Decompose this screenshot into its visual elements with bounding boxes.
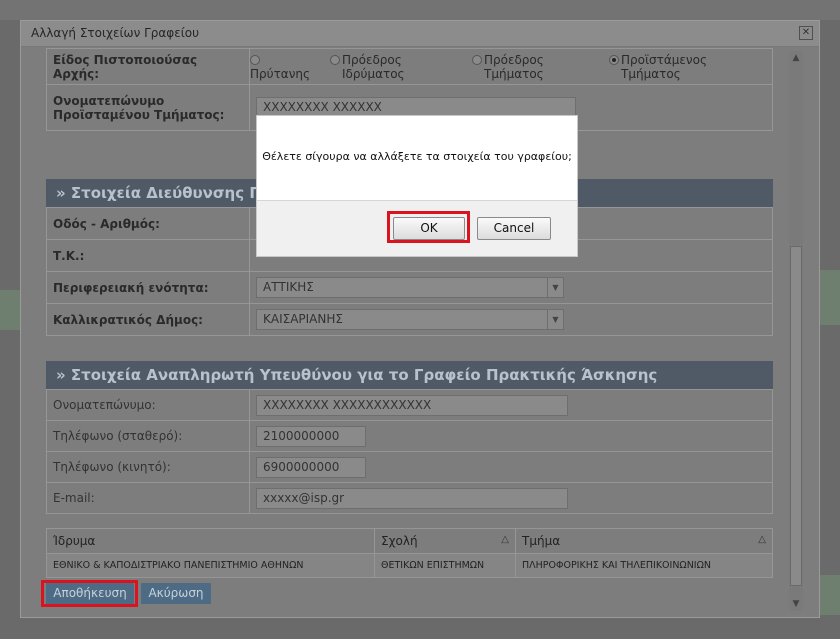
region-label: Περιφερειακή ενότητα: xyxy=(46,271,250,304)
scroll-down-icon[interactable]: ▼ xyxy=(789,597,803,611)
grid-header-label: Σχολή xyxy=(381,534,418,548)
grid-header-institution[interactable]: Ίδρυμα xyxy=(46,528,375,554)
deputy-phone-label: Τηλέφωνο (σταθερό): xyxy=(46,420,250,452)
dialog-title: Αλλαγή Στοιχείων Γραφείου xyxy=(31,26,200,40)
authority-option-department-head[interactable]: Προϊστάμενος Τμήματος xyxy=(609,53,759,81)
deputy-table: Ονοματεπώνυμο: XXXXXXXX XXXXXXXXXXXX Τηλ… xyxy=(46,389,773,514)
deputy-mobile-label: Τηλέφωνο (κινητό): xyxy=(46,451,250,483)
authority-radio-group: Πρύτανης Πρόεδρος Ιδρύματος Πρόεδρος Τμή… xyxy=(249,48,773,85)
scroll-up-icon[interactable]: ▲ xyxy=(789,51,803,65)
region-select[interactable]: ΑΤΤΙΚΗΣ ▼ xyxy=(256,277,564,298)
dialog-scrollbar[interactable]: ▲ ▼ xyxy=(789,51,803,611)
dialog-titlebar: Αλλαγή Στοιχείων Γραφείου ✕ xyxy=(21,21,819,47)
chevron-down-icon[interactable]: ▼ xyxy=(547,310,563,329)
municipality-label: Καλλικρατικός Δήμος: xyxy=(46,303,250,336)
save-button-highlight xyxy=(41,580,138,607)
authority-option-label: Πρόεδρος Ιδρύματος xyxy=(342,52,405,81)
deputy-section-header: » Στοιχεία Αναπληρωτή Υπευθύνου για το Γ… xyxy=(46,361,773,389)
authority-option-rector[interactable]: Πρύτανης xyxy=(250,53,330,81)
deputy-name-input[interactable]: XXXXXXXX XXXXXXXXXXXX xyxy=(256,394,568,416)
background-row-highlight xyxy=(0,290,20,330)
sort-icon[interactable]: △ xyxy=(501,534,509,545)
deputy-email-label: E-mail: xyxy=(46,482,250,514)
table-row[interactable]: ΕΘΝΙΚΟ & ΚΑΠΟΔΙΣΤΡΙΑΚΟ ΠΑΝΕΠΙΣΤΗΜΙΟ ΑΘΗΝ… xyxy=(46,553,773,578)
deputy-phone-input[interactable]: 2100000000 xyxy=(256,425,366,447)
authority-option-label: Προϊστάμενος Τμήματος xyxy=(621,52,707,81)
street-label: Οδός - Αριθμός: xyxy=(46,207,250,240)
authority-option-institution-president[interactable]: Πρόεδρος Ιδρύματος xyxy=(330,53,472,81)
edit-office-dialog: Αλλαγή Στοιχείων Γραφείου ✕ Είδος Πιστοπ… xyxy=(20,20,820,618)
radio-icon[interactable] xyxy=(250,55,260,65)
radio-icon[interactable] xyxy=(330,55,340,65)
scrollbar-thumb[interactable] xyxy=(790,246,802,586)
ok-button-highlight xyxy=(387,211,470,243)
cancel-button[interactable]: Ακύρωση xyxy=(141,583,211,604)
authority-option-department-president[interactable]: Πρόεδρος Τμήματος xyxy=(472,53,609,81)
municipality-select[interactable]: ΚΑΙΣΑΡΙΑΝΗΣ ▼ xyxy=(256,309,564,330)
grid-cell: ΘΕΤΙΚΩΝ ΕΠΙΣΤΗΜΩΝ xyxy=(374,553,516,578)
confirm-cancel-button[interactable]: Cancel xyxy=(477,217,551,240)
grid-header-department[interactable]: Τμήμα △ xyxy=(515,528,773,554)
grid-header-school[interactable]: Σχολή △ xyxy=(374,528,516,554)
radio-selected-icon[interactable] xyxy=(609,55,619,65)
grid-cell: ΠΛΗΡΟΦΟΡΙΚΗΣ ΚΑΙ ΤΗΛΕΠΙΚΟΙΝΩΝΙΩΝ xyxy=(515,553,773,578)
authority-label: Είδος Πιστοποιούσας Αρχής: xyxy=(46,48,250,85)
grid-header-label: Τμήμα xyxy=(522,534,561,548)
authority-option-label: Πρόεδρος Τμήματος xyxy=(484,52,544,81)
chevron-down-icon[interactable]: ▼ xyxy=(547,278,563,297)
authority-option-label: Πρύτανης xyxy=(250,66,311,81)
background-row-highlight xyxy=(820,575,840,615)
background-header xyxy=(0,0,840,20)
sort-icon[interactable]: △ xyxy=(758,534,766,545)
deputy-email-input[interactable]: xxxxx@isp.gr xyxy=(256,487,568,509)
region-select-value: ΑΤΤΙΚΗΣ xyxy=(263,280,314,294)
confirm-dialog: Θέλετε σίγουρα να αλλάξετε τα στοιχεία τ… xyxy=(256,115,578,257)
postal-code-label: Τ.Κ.: xyxy=(46,239,250,272)
grid-cell: ΕΘΝΙΚΟ & ΚΑΠΟΔΙΣΤΡΙΑΚΟ ΠΑΝΕΠΙΣΤΗΜΙΟ ΑΘΗΝ… xyxy=(46,553,375,578)
radio-icon[interactable] xyxy=(472,55,482,65)
grid-header-label: Ίδρυμα xyxy=(53,534,96,548)
confirm-message: Θέλετε σίγουρα να αλλάξετε τα στοιχεία τ… xyxy=(262,150,572,163)
municipality-select-value: ΚΑΙΣΑΡΙΑΝΗΣ xyxy=(263,312,343,326)
deputy-name-label: Ονοματεπώνυμο: xyxy=(46,389,250,421)
close-icon[interactable]: ✕ xyxy=(799,26,813,40)
institution-grid: Ίδρυμα Σχολή △ Τμήμα △ ΕΘΝΙΚΟ & ΚΑΠΟΔΙΣΤΡΙ… xyxy=(46,528,773,578)
head-name-label: Ονοματεπώνυμο Προϊσταμένου Τμήματος: xyxy=(46,84,250,131)
background-row-highlight xyxy=(820,270,840,325)
deputy-mobile-input[interactable]: 6900000000 xyxy=(256,456,366,478)
